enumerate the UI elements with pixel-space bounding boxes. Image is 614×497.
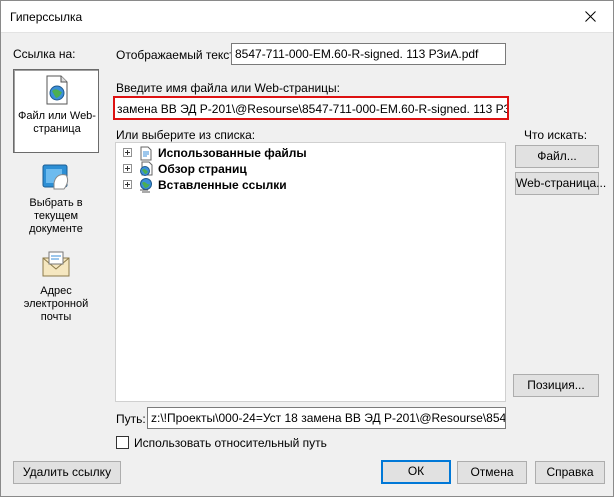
tree-item-label: Использованные файлы: [158, 146, 307, 160]
browse-file-button[interactable]: Файл...: [515, 145, 599, 168]
document-place-icon: [42, 164, 69, 190]
browse-list: Использованные файлы Обзор страниц Встав…: [115, 142, 506, 402]
web-page-file-icon: [46, 75, 68, 105]
nav-item-label: Выбрать в текущем документе: [29, 197, 83, 235]
close-button[interactable]: [567, 1, 613, 32]
expand-icon[interactable]: [123, 148, 132, 157]
search-label: Что искать:: [524, 128, 588, 142]
email-address-icon: [42, 251, 70, 277]
help-button[interactable]: Справка: [535, 461, 605, 484]
relative-path-label: Использовать относительный путь: [134, 436, 327, 450]
nav-item-file-or-web[interactable]: Файл или Web-страница: [13, 69, 99, 153]
address-label: Введите имя файла или Web-страницы:: [116, 81, 340, 95]
path-label: Путь:: [116, 412, 146, 426]
expand-icon[interactable]: [123, 164, 132, 173]
nav-item-label: Файл или Web-страница: [18, 110, 96, 135]
remove-link-button[interactable]: Удалить ссылку: [13, 461, 121, 484]
display-text-input[interactable]: 8547-711-000-ЕМ.60-R-signed. 113 РЗиА.pd…: [231, 43, 506, 65]
bookmark-position-button[interactable]: Позиция...: [513, 374, 599, 397]
close-icon: [584, 11, 596, 22]
inserted-links-icon: [140, 178, 152, 193]
link-to-label: Ссылка на:: [13, 47, 76, 61]
browse-web-button[interactable]: Web-страница...: [515, 172, 606, 195]
address-input[interactable]: замена ВВ ЭД Р-201\@Resourse\8547-711-00…: [113, 96, 509, 120]
link-type-panel: Файл или Web-страница Выбрать в текущем …: [13, 69, 99, 349]
nav-item-place-in-document[interactable]: Выбрать в текущем документе: [13, 157, 99, 241]
expand-icon[interactable]: [123, 180, 132, 189]
window-title: Гиперссылка: [10, 10, 83, 24]
tree-item-label: Обзор страниц: [158, 162, 247, 176]
tree-item-label: Вставленные ссылки: [158, 178, 287, 192]
hyperlink-dialog: Гиперссылка Ссылка на: Файл или Web-стра…: [0, 0, 614, 497]
display-text-label: Отображаемый текст:: [116, 48, 239, 62]
path-field: z:\!Проекты\000-24=Уст 18 замена ВВ ЭД Р…: [147, 407, 506, 429]
browsed-pages-icon: [140, 161, 153, 176]
title-bar: Гиперссылка: [1, 1, 613, 33]
nav-item-email-address[interactable]: Адрес электронной почты: [13, 245, 99, 329]
recent-files-icon: [140, 146, 152, 161]
cancel-button[interactable]: Отмена: [457, 461, 527, 484]
ok-button[interactable]: ОК: [381, 460, 451, 484]
nav-item-label: Адрес электронной почты: [23, 285, 89, 323]
relative-path-checkbox[interactable]: [116, 436, 129, 449]
list-label: Или выберите из списка:: [116, 128, 256, 142]
